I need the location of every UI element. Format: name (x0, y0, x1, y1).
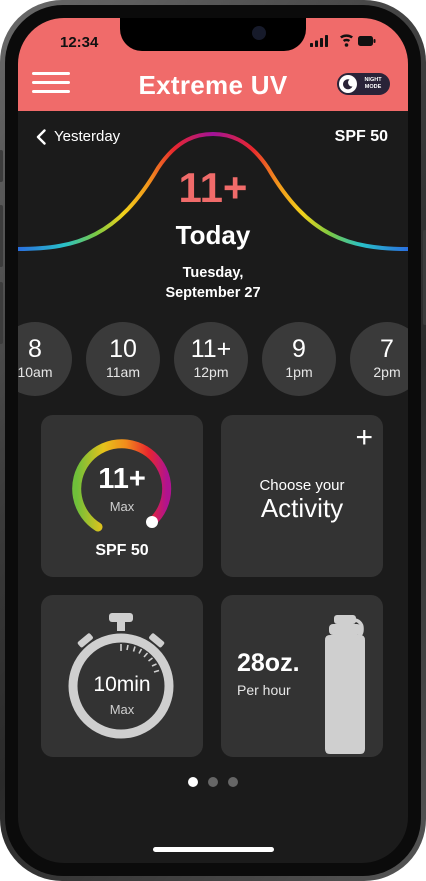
hour-time: 10am (18, 364, 53, 380)
timer-card[interactable]: 10min Max (41, 595, 203, 757)
uv-gauge-card[interactable]: 11+ Max SPF 50 (41, 415, 203, 577)
mute-switch (0, 150, 3, 182)
hour-uv-value: 11+ (190, 335, 232, 363)
hour-uv-value: 9 (292, 335, 306, 363)
night-mode-toggle[interactable]: NIGHT MODE (337, 73, 390, 95)
hour-time: 2pm (373, 364, 401, 380)
screen: 12:34 Extreme UV NIGHT MODE Yesterday SP… (18, 18, 408, 863)
hour-uv-value: 7 (380, 335, 394, 363)
back-to-yesterday-link[interactable]: Yesterday (36, 128, 120, 145)
hour-time: 11am (106, 364, 140, 380)
back-label: Yesterday (54, 128, 121, 145)
activity-card[interactable]: + Choose your Activity (221, 415, 383, 577)
page-dot[interactable] (208, 777, 218, 787)
water-bottle-icon (325, 615, 365, 754)
hour-uv-value: 10 (109, 335, 137, 363)
hour-time: 12pm (193, 364, 229, 380)
wifi-icon (340, 34, 353, 47)
status-time: 12:34 (60, 34, 99, 51)
app-header: 12:34 Extreme UV NIGHT MODE (18, 18, 408, 111)
gauge-sub-label: Max (109, 499, 135, 514)
date-label: Tuesday, September 27 (18, 263, 408, 303)
timer-value: 10min (93, 673, 151, 696)
night-mode-label: NIGHT MODE (364, 77, 382, 90)
hour-item[interactable]: 10 11am (86, 322, 160, 396)
signal-icon (310, 35, 328, 47)
home-indicator[interactable] (153, 847, 274, 852)
notch (120, 18, 306, 51)
gauge-knob (146, 516, 158, 528)
volume-up-button (0, 205, 3, 267)
hour-item[interactable]: 11+ 12pm (174, 322, 248, 396)
gauge-spf-label: SPF 50 (95, 542, 149, 559)
hour-time: 1pm (285, 364, 313, 380)
activity-title: Activity (260, 493, 344, 523)
hour-item[interactable]: 8 10am (18, 322, 72, 396)
moon-icon (339, 75, 357, 93)
hour-item[interactable]: 7 2pm (350, 322, 408, 396)
timer-sub-label: Max (109, 702, 135, 717)
water-card[interactable]: 28oz. Per hour (221, 595, 383, 757)
battery-icon (358, 36, 376, 46)
date-day: Tuesday, (182, 265, 244, 281)
activity-prompt: Choose your (259, 477, 345, 494)
camera (252, 26, 266, 40)
status-icons (310, 34, 376, 53)
date-full: September 27 (165, 285, 261, 301)
add-activity-icon[interactable]: + (355, 423, 373, 453)
volume-down-button (0, 282, 3, 344)
hour-item[interactable]: 9 1pm (262, 322, 336, 396)
phone-frame: 12:34 Extreme UV NIGHT MODE Yesterday SP… (0, 0, 426, 881)
page-indicator (18, 777, 408, 787)
page-dot[interactable] (228, 777, 238, 787)
page-dot-active[interactable] (188, 777, 198, 787)
spf-indicator: SPF 50 (334, 128, 388, 145)
today-label: Today (175, 220, 251, 250)
hour-uv-value: 8 (28, 335, 42, 363)
uv-index-value: 11+ (178, 164, 248, 211)
hourly-forecast[interactable]: 8 10am 10 11am 11+ 12pm 9 1pm 7 2pm (18, 322, 408, 398)
chevron-left-icon (36, 128, 46, 145)
gauge-uv-value: 11+ (98, 463, 146, 495)
